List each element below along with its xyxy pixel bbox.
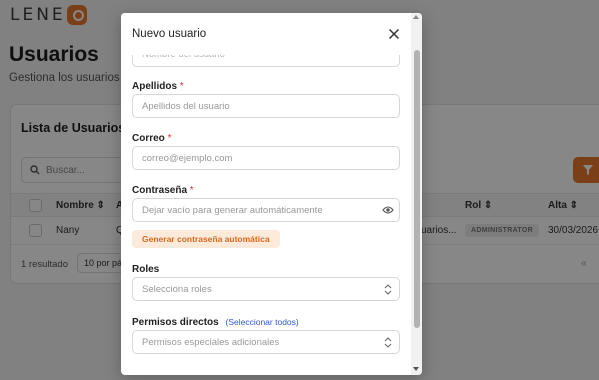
select-all-permissions-link[interactable]: (Seleccionar todos) xyxy=(226,317,299,327)
required-mark: * xyxy=(179,81,184,92)
correo-label: Correo * xyxy=(132,133,171,144)
close-icon[interactable] xyxy=(387,27,401,41)
scroll-up-arrow-icon[interactable] xyxy=(413,15,419,19)
modal-body: Nombre del usuario Apellidos * Apellidos… xyxy=(121,13,422,375)
required-mark: * xyxy=(189,185,194,196)
password-label: Contraseña * xyxy=(132,185,194,196)
permisos-placeholder: Permisos especiales adicionales xyxy=(142,337,280,348)
chevron-updown-icon xyxy=(384,284,392,295)
correo-placeholder: correo@ejemplo.com xyxy=(142,153,233,164)
eye-icon[interactable] xyxy=(382,205,394,215)
chevron-updown-icon xyxy=(384,337,392,348)
apellidos-label-text: Apellidos xyxy=(132,81,178,92)
roles-select[interactable]: Selecciona roles xyxy=(132,277,400,301)
roles-placeholder: Selecciona roles xyxy=(142,284,212,295)
generate-password-button[interactable]: Generar contraseña automática xyxy=(132,230,280,248)
modal-title: Nuevo usuario xyxy=(132,28,207,40)
password-input[interactable]: Dejar vacío para generar automáticamente xyxy=(132,198,400,222)
permisos-label-text: Permisos directos xyxy=(132,317,219,328)
modal-scrollbar[interactable] xyxy=(411,13,422,375)
roles-label: Roles xyxy=(132,264,160,275)
required-mark: * xyxy=(167,133,172,144)
password-label-text: Contraseña xyxy=(132,185,188,196)
apellidos-input[interactable]: Apellidos del usuario xyxy=(132,94,400,118)
permisos-label: Permisos directos (Seleccionar todos) xyxy=(132,317,299,328)
correo-input[interactable]: correo@ejemplo.com xyxy=(132,146,400,170)
password-placeholder: Dejar vacío para generar automáticamente xyxy=(142,205,323,216)
apellidos-label: Apellidos * xyxy=(132,81,184,92)
apellidos-placeholder: Apellidos del usuario xyxy=(142,101,230,112)
permisos-select[interactable]: Permisos especiales adicionales xyxy=(132,330,400,354)
scroll-thumb[interactable] xyxy=(414,50,420,328)
new-user-modal: Nombre del usuario Apellidos * Apellidos… xyxy=(121,13,422,375)
name-input[interactable]: Nombre del usuario xyxy=(132,49,400,67)
modal-header: Nuevo usuario xyxy=(121,13,422,55)
scroll-down-arrow-icon[interactable] xyxy=(413,367,419,371)
correo-label-text: Correo xyxy=(132,133,165,144)
